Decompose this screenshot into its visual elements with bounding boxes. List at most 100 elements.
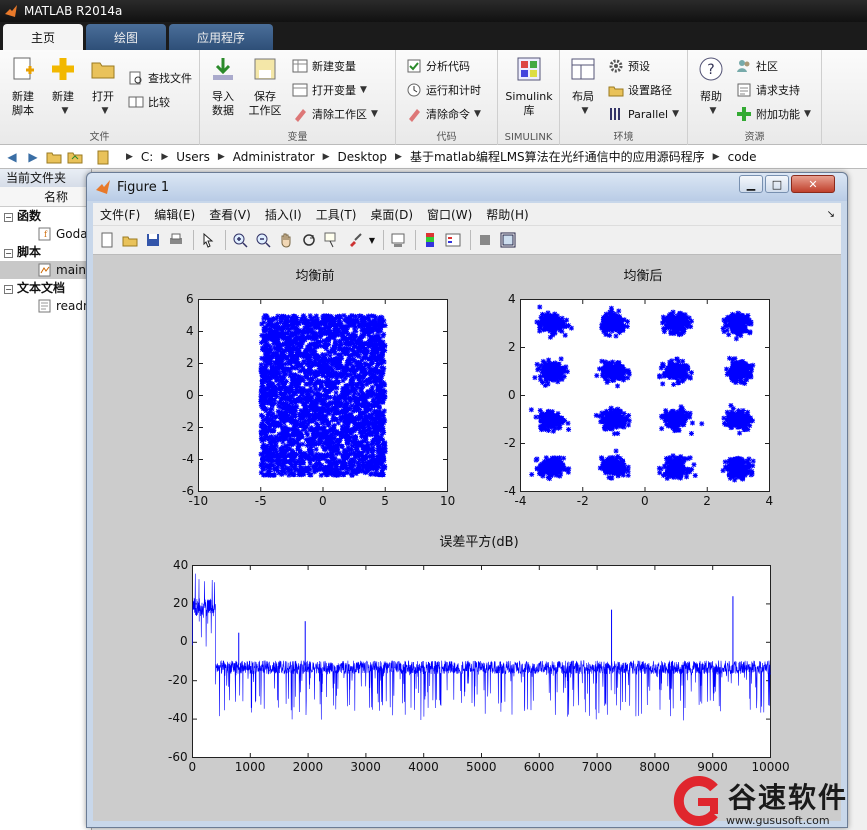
preferences-button[interactable]: 预设 — [608, 56, 650, 76]
tab-apps[interactable]: 应用程序 — [169, 24, 274, 50]
collapse-icon[interactable]: − — [4, 249, 13, 258]
parallel-label: Parallel — [628, 107, 669, 121]
run-time-icon — [407, 83, 421, 97]
axes-after-equalization[interactable] — [520, 299, 770, 492]
show-tools-icon[interactable] — [498, 230, 518, 250]
minimize-button[interactable]: ▁ — [739, 175, 763, 193]
close-button[interactable]: ✕ — [791, 175, 835, 193]
breadcrumb-item[interactable]: Users — [176, 150, 210, 164]
data-cursor-icon[interactable] — [322, 230, 342, 250]
name-column-header[interactable]: 名称 — [0, 187, 91, 207]
parallel-button[interactable]: Parallel ▼ — [608, 104, 679, 124]
tab-home[interactable]: 主页 — [3, 24, 84, 50]
legend-icon[interactable] — [443, 230, 463, 250]
environment-section-caption: 环境 — [613, 132, 634, 143]
variable-section-caption: 变量 — [287, 132, 308, 143]
file-name: main — [56, 263, 86, 277]
axes-before-equalization[interactable] — [198, 299, 448, 492]
find-files-button[interactable]: 查找文件 — [128, 68, 192, 88]
maximize-button[interactable]: □ — [765, 175, 789, 193]
collapse-icon[interactable]: − — [4, 285, 13, 294]
axes2-ytick-label: 0 — [180, 634, 188, 649]
figure-canvas[interactable]: 均衡前 均衡后 误差平方(dB) -10 -5 0 5 10 -6 -4 -2 0 2 4 6 -4 -2… — [93, 255, 841, 821]
compare-button[interactable]: 比较 — [128, 92, 170, 112]
group-label: 文本文档 — [17, 281, 66, 295]
menu-insert[interactable]: 插入(I) — [258, 206, 309, 223]
menu-tools[interactable]: 工具(T) — [309, 206, 364, 223]
open-label: 打开 — [92, 90, 114, 103]
up-folder-icon[interactable] — [45, 148, 63, 166]
group-scripts[interactable]: − 脚本 — [0, 243, 91, 261]
browse-folder-icon[interactable] — [66, 148, 84, 166]
community-button[interactable]: 社区 — [736, 56, 778, 76]
ribbon: 新建 脚本 新建▼ 打开▼ 查找文件 比较 文件 导入 数据 保存 工作区 — [0, 50, 867, 145]
file-item[interactable]: readn — [0, 297, 91, 315]
group-functions[interactable]: − 函数 — [0, 207, 91, 225]
back-arrow-icon[interactable]: ◀ — [3, 148, 21, 166]
new-figure-icon[interactable] — [97, 230, 117, 250]
zoom-out-icon[interactable] — [253, 230, 273, 250]
import-label: 导入 数据 — [212, 90, 234, 117]
new-button[interactable]: 新建 ▼ — [46, 56, 80, 118]
breadcrumb-item[interactable]: Desktop — [338, 150, 388, 164]
link-plot-icon[interactable] — [388, 230, 408, 250]
menu-view[interactable]: 查看(V) — [202, 206, 258, 223]
save-icon[interactable] — [143, 230, 163, 250]
axes2-xtick-label: 7000 — [581, 760, 613, 774]
brush-icon[interactable] — [345, 230, 365, 250]
axes2-plot-area — [192, 565, 771, 758]
axes0-ytick-label: 0 — [186, 387, 194, 402]
import-data-button[interactable]: 导入 数据 — [206, 56, 240, 118]
menu-file[interactable]: 文件(F) — [93, 206, 147, 223]
collapse-icon[interactable]: − — [4, 213, 13, 222]
save-workspace-button[interactable]: 保存 工作区 — [246, 56, 284, 118]
zoom-in-icon[interactable] — [230, 230, 250, 250]
toolbar-separator — [225, 230, 226, 250]
analyze-code-button[interactable]: 分析代码 — [406, 56, 470, 76]
breadcrumb-item[interactable]: C: — [141, 150, 153, 164]
axes0-ytick-label: 6 — [186, 291, 194, 306]
colorbar-icon[interactable] — [420, 230, 440, 250]
new-script-label: 新建 脚本 — [12, 90, 34, 117]
help-button[interactable]: ? 帮助 ▼ — [696, 56, 726, 118]
breadcrumb-item[interactable]: Administrator — [233, 150, 315, 164]
axes-squared-error[interactable] — [192, 565, 771, 758]
clear-commands-label: 清除命令 — [426, 108, 470, 121]
file-section-caption: 文件 — [89, 132, 110, 143]
new-plus-icon — [52, 58, 74, 80]
file-item[interactable]: f Goda — [0, 225, 91, 243]
clear-commands-button[interactable]: 清除命令 ▼ — [406, 104, 481, 124]
hide-tools-icon[interactable] — [475, 230, 495, 250]
new-variable-button[interactable]: 新建变量 — [292, 56, 356, 76]
layout-button[interactable]: 布局 ▼ — [566, 56, 600, 118]
axes1-ytick-label: -4 — [504, 483, 516, 498]
open-file-icon[interactable] — [120, 230, 140, 250]
parallel-icon — [610, 108, 620, 120]
new-script-button[interactable]: 新建 脚本 — [6, 56, 40, 118]
tab-plots[interactable]: 绘图 — [86, 24, 167, 50]
breadcrumb-item[interactable]: 基于matlab编程LMS算法在光纤通信中的应用源码程序 — [410, 148, 705, 165]
run-and-time-button[interactable]: 运行和计时 — [406, 80, 481, 100]
print-icon[interactable] — [166, 230, 186, 250]
request-support-button[interactable]: 请求支持 — [736, 80, 800, 100]
set-path-button[interactable]: 设置路径 — [608, 80, 672, 100]
file-item[interactable]: main — [0, 261, 91, 279]
rotate-3d-icon[interactable] — [299, 230, 319, 250]
menu-desktop[interactable]: 桌面(D) — [363, 206, 420, 223]
dock-arrow-icon[interactable]: ↘ — [827, 209, 835, 220]
menu-help[interactable]: 帮助(H) — [479, 206, 535, 223]
open-button[interactable]: 打开 ▼ — [86, 56, 120, 118]
group-text-docs[interactable]: − 文本文档 — [0, 279, 91, 297]
breadcrumb-item[interactable]: code — [728, 150, 757, 164]
addons-button[interactable]: 附加功能 ▼ — [736, 104, 811, 124]
menu-edit[interactable]: 编辑(E) — [147, 206, 202, 223]
pointer-icon[interactable] — [198, 230, 218, 250]
clear-workspace-button[interactable]: 清除工作区 ▼ — [292, 104, 378, 124]
simulink-library-button[interactable]: Simulink 库 — [504, 56, 554, 118]
open-variable-button[interactable]: 打开变量 ▼ — [292, 80, 367, 100]
pan-hand-icon[interactable] — [276, 230, 296, 250]
figure-titlebar[interactable]: Figure 1 — [87, 173, 847, 201]
forward-arrow-icon[interactable]: ▶ — [24, 148, 42, 166]
menu-window[interactable]: 窗口(W) — [420, 206, 479, 223]
dropdown-arrow-icon[interactable]: ▼ — [368, 230, 376, 250]
